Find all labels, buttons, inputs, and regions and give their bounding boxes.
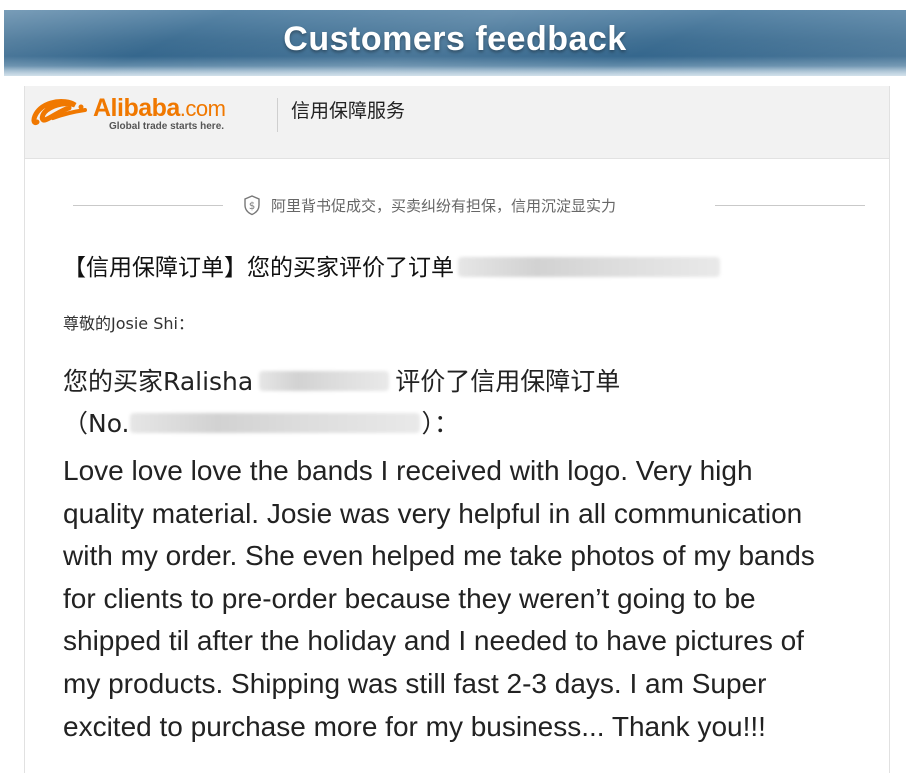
service-title: 信用保障服务 [291,100,406,122]
review-line: excited to purchase more for my business… [63,710,766,742]
banner-title: Customers feedback [283,20,627,58]
header-divider [277,98,278,132]
redacted-order-number [458,256,720,277]
shield-dollar-icon: $ [244,195,260,216]
review-line: quality material. Josie was very helpful… [63,497,803,529]
alibaba-logo[interactable]: Alibaba.com Global trade starts here. [31,94,251,136]
email-card: Alibaba.com Global trade starts here. 信用… [24,86,890,773]
order-suffix: ）： [421,409,460,438]
email-header: Alibaba.com Global trade starts here. 信用… [25,86,889,159]
order-prefix: （No. [63,409,130,438]
review-line: shipped til after the holiday and I need… [63,625,804,657]
redacted-buyer-name [259,371,390,391]
review-text: Love love love the bands I received with… [63,450,875,748]
customers-feedback-banner: Customers feedback [4,10,906,76]
svg-text:$: $ [249,201,255,212]
slogan-divider-left [73,205,223,206]
order-line: （No. ）： [63,404,459,440]
review-line: with my order. She even helped me take p… [63,540,815,572]
alibaba-logo-icon [31,99,87,126]
greeting: 尊敬的Josie Shi： [63,314,194,333]
subject-text: 【信用保障订单】您的买家评价了订单 [63,255,454,281]
buyer-prefix: 您的买家Ralisha [63,367,254,396]
review-line: for clients to pre-order because they we… [63,582,756,614]
email-subject: 【信用保障订单】您的买家评价了订单 [63,248,720,282]
buyer-suffix: 评价了信用保障订单 [395,367,621,396]
slogan-row: $ 阿里背书促成交，买卖纠纷有担保，信用沉淀显实力 [73,192,865,218]
buyer-line: 您的买家Ralisha 评价了信用保障订单 [63,362,620,398]
redacted-order-id [129,413,420,433]
review-line: Love love love the bands I received with… [63,455,753,486]
slogan-text: 阿里背书促成交，买卖纠纷有担保，信用沉淀显实力 [271,197,617,215]
logo-wordmark: Alibaba.com [93,94,226,122]
logo-tagline: Global trade starts here. [109,121,225,132]
slogan-divider-right [715,205,865,206]
review-line: my products. Shipping was still fast 2-3… [63,667,767,699]
